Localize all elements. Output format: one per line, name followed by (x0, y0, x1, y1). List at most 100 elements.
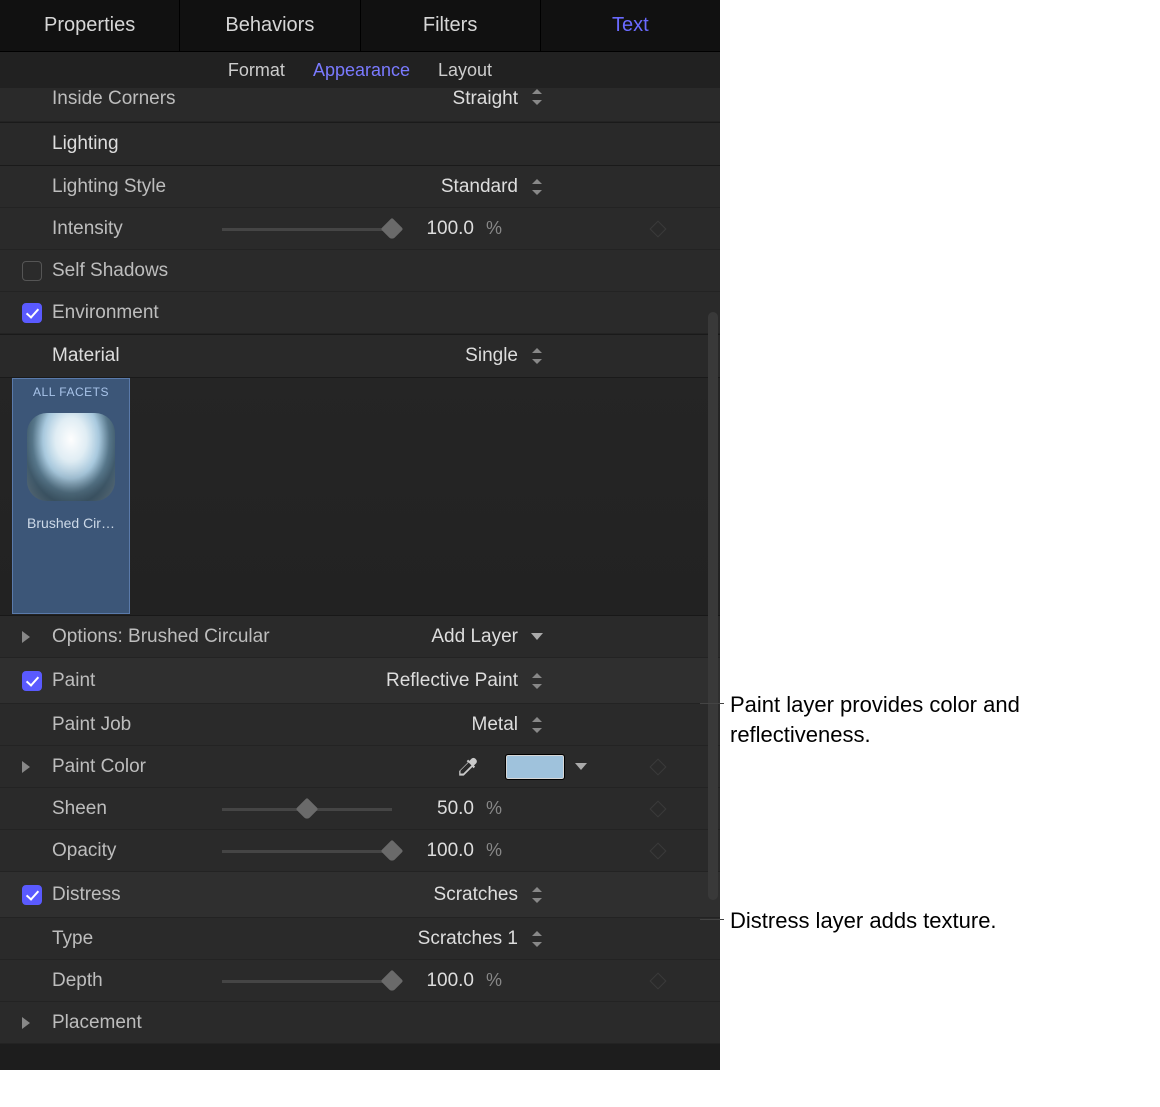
callout-leader-line (700, 703, 724, 704)
eyedropper-icon[interactable] (454, 754, 480, 780)
row-material: Material Single (0, 334, 720, 378)
sheen-label: Sheen (52, 798, 222, 820)
subtab-appearance[interactable]: Appearance (313, 60, 410, 81)
callout-distress-text: Distress layer adds texture. (730, 906, 997, 936)
row-self-shadows[interactable]: Self Shadows (0, 250, 720, 292)
popup-arrows-icon[interactable] (530, 716, 544, 734)
type-value[interactable]: Scratches 1 (418, 928, 518, 950)
inside-corners-label: Inside Corners (52, 88, 222, 110)
intensity-unit: % (486, 218, 510, 239)
row-sheen: Sheen 50.0 % (0, 788, 720, 830)
environment-label: Environment (52, 302, 222, 324)
lighting-style-label: Lighting Style (52, 176, 222, 198)
popup-arrows-icon[interactable] (530, 886, 544, 904)
row-placement[interactable]: Placement (0, 1002, 720, 1044)
sub-tab-bar: Format Appearance Layout (0, 52, 720, 88)
keyframe-diamond-icon[interactable] (650, 220, 667, 237)
popup-arrows-icon[interactable] (530, 88, 544, 106)
opacity-value[interactable]: 100.0 (412, 840, 474, 862)
row-inside-corners: Inside Corners Straight (0, 88, 720, 122)
popup-arrows-icon[interactable] (530, 672, 544, 690)
paint-color-label: Paint Color (52, 756, 222, 778)
self-shadows-checkbox[interactable] (22, 261, 42, 281)
opacity-unit: % (486, 840, 510, 861)
row-paint[interactable]: Paint Reflective Paint (0, 658, 720, 704)
inspector-panel: Properties Behaviors Filters Text Format… (0, 0, 720, 1070)
distress-label: Distress (52, 884, 222, 906)
row-depth: Depth 100.0 % (0, 960, 720, 1002)
tab-behaviors[interactable]: Behaviors (180, 0, 360, 51)
row-paint-job: Paint Job Metal (0, 704, 720, 746)
row-intensity: Intensity 100.0 % (0, 208, 720, 250)
sheen-unit: % (486, 798, 510, 819)
distress-checkbox[interactable] (22, 885, 42, 905)
row-environment[interactable]: Environment (0, 292, 720, 334)
material-value[interactable]: Single (465, 345, 518, 367)
lighting-style-value[interactable]: Standard (441, 176, 518, 198)
disclosure-triangle-icon[interactable] (22, 1017, 30, 1029)
intensity-label: Intensity (52, 218, 222, 240)
paint-checkbox[interactable] (22, 671, 42, 691)
row-type: Type Scratches 1 (0, 918, 720, 960)
popup-arrows-icon[interactable] (530, 178, 544, 196)
tab-text[interactable]: Text (541, 0, 720, 51)
row-paint-color: Paint Color (0, 746, 720, 788)
opacity-slider[interactable] (222, 840, 392, 862)
material-tile-name: Brushed Cir… (27, 515, 115, 531)
tab-filters[interactable]: Filters (361, 0, 541, 51)
add-layer-button[interactable]: Add Layer (431, 626, 518, 648)
placement-label: Placement (52, 1012, 222, 1034)
paint-value[interactable]: Reflective Paint (386, 670, 518, 692)
material-well: ALL FACETS Brushed Cir… (0, 378, 720, 616)
paint-job-value[interactable]: Metal (472, 714, 518, 736)
paint-job-label: Paint Job (52, 714, 222, 736)
slider-thumb-icon[interactable] (381, 217, 404, 240)
keyframe-diamond-icon[interactable] (650, 972, 667, 989)
subtab-layout[interactable]: Layout (438, 60, 492, 81)
intensity-slider[interactable] (222, 218, 392, 240)
distress-value[interactable]: Scratches (434, 884, 518, 906)
row-lighting-style: Lighting Style Standard (0, 166, 720, 208)
paint-color-swatch[interactable] (506, 755, 564, 779)
row-opacity: Opacity 100.0 % (0, 830, 720, 872)
keyframe-diamond-icon[interactable] (650, 758, 667, 775)
callout-distress: Distress layer adds texture. (724, 906, 997, 936)
type-label: Type (52, 928, 222, 950)
slider-thumb-icon[interactable] (381, 839, 404, 862)
subtab-format[interactable]: Format (228, 60, 285, 81)
tab-properties[interactable]: Properties (0, 0, 180, 51)
sheen-slider[interactable] (222, 798, 392, 820)
callout-paint: Paint layer provides color and reflectiv… (724, 690, 1090, 749)
material-tile-all-facets[interactable]: ALL FACETS Brushed Cir… (12, 378, 130, 614)
row-options: Options: Brushed Circular Add Layer (0, 616, 720, 658)
disclosure-triangle-icon[interactable] (22, 761, 30, 773)
chevron-down-icon[interactable] (530, 630, 544, 644)
self-shadows-label: Self Shadows (52, 260, 222, 282)
row-distress[interactable]: Distress Scratches (0, 872, 720, 918)
paint-label: Paint (52, 670, 222, 692)
depth-slider[interactable] (222, 970, 392, 992)
scrollbar[interactable] (708, 312, 718, 900)
slider-thumb-icon[interactable] (381, 969, 404, 992)
intensity-value[interactable]: 100.0 (412, 218, 474, 240)
sheen-value[interactable]: 50.0 (412, 798, 474, 820)
lighting-header: Lighting (52, 133, 222, 155)
depth-unit: % (486, 970, 510, 991)
material-label: Material (52, 345, 222, 367)
disclosure-triangle-icon[interactable] (22, 631, 30, 643)
inside-corners-value[interactable]: Straight (453, 88, 518, 110)
slider-thumb-icon[interactable] (296, 797, 319, 820)
environment-checkbox[interactable] (22, 303, 42, 323)
section-lighting: Lighting (0, 122, 720, 166)
callout-paint-text: Paint layer provides color and reflectiv… (730, 690, 1090, 749)
keyframe-diamond-icon[interactable] (650, 800, 667, 817)
popup-arrows-icon[interactable] (530, 347, 544, 365)
keyframe-diamond-icon[interactable] (650, 842, 667, 859)
depth-value[interactable]: 100.0 (412, 970, 474, 992)
chevron-down-icon[interactable] (574, 760, 588, 774)
material-tile-header: ALL FACETS (33, 385, 109, 399)
popup-arrows-icon[interactable] (530, 930, 544, 948)
options-label: Options: Brushed Circular (52, 626, 312, 648)
depth-label: Depth (52, 970, 222, 992)
opacity-label: Opacity (52, 840, 222, 862)
